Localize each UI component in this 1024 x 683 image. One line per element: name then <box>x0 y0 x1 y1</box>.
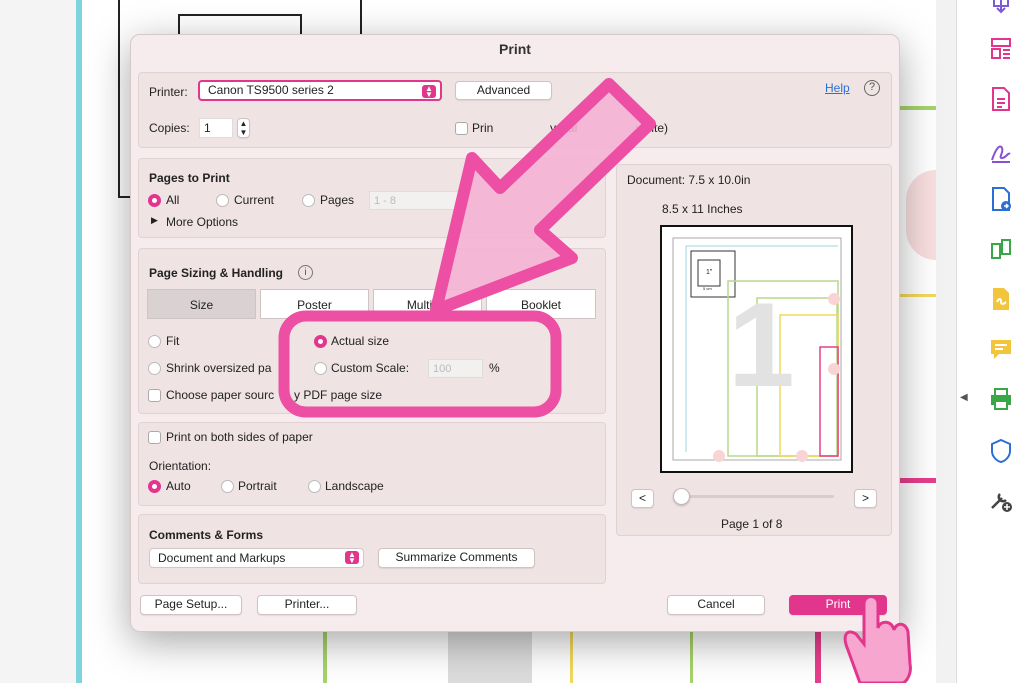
annotation-highlight-box <box>278 310 562 418</box>
annotation-arrow <box>430 78 656 316</box>
pointing-hand-icon <box>843 595 912 683</box>
annotation-overlay <box>278 78 912 683</box>
